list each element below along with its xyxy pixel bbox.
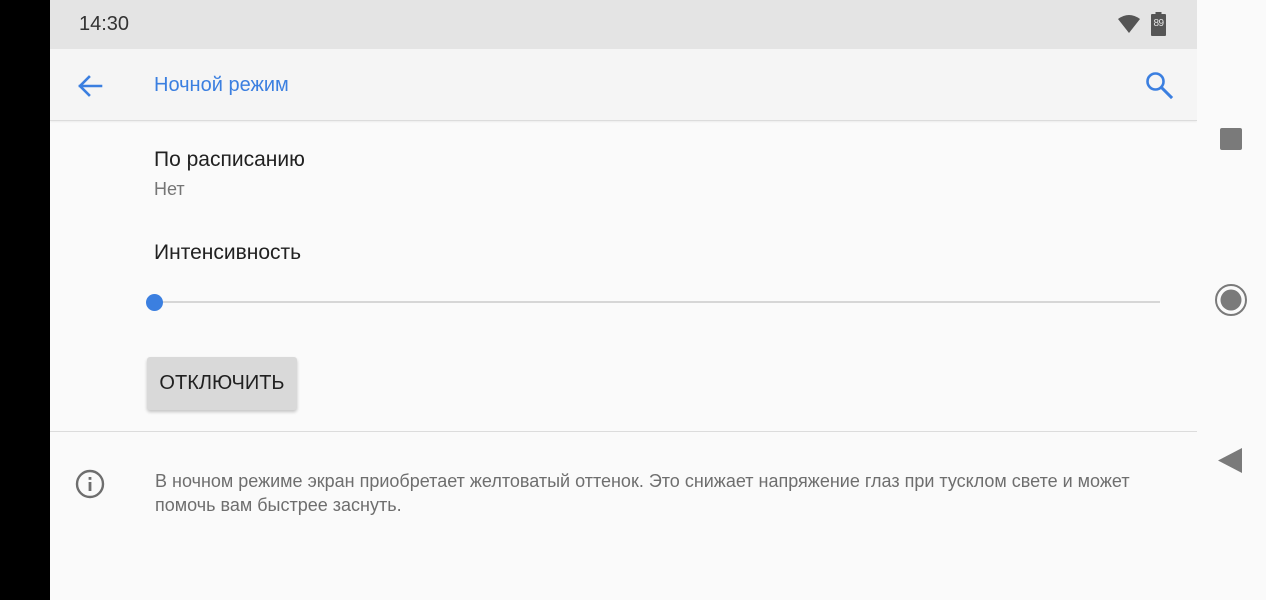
slider-track	[154, 301, 1160, 303]
intensity-slider[interactable]	[144, 288, 1160, 318]
slider-thumb[interactable]	[145, 294, 163, 311]
schedule-title: По расписанию	[154, 148, 305, 171]
home-icon[interactable]	[1214, 283, 1248, 317]
page-title: Ночной режим	[154, 74, 289, 96]
info-description: В ночном режиме экран приобретает желтов…	[155, 471, 1130, 515]
navigation-bar	[1197, 0, 1266, 600]
intensity-title: Интенсивность	[154, 241, 302, 264]
schedule-value: Нет	[154, 179, 185, 199]
app-bar: Ночной режим	[50, 49, 1197, 121]
search-icon[interactable]	[1144, 70, 1174, 100]
schedule-setting-row[interactable]: По расписанию Нет	[50, 122, 1197, 208]
section-divider	[50, 431, 1197, 432]
info-icon	[75, 469, 105, 499]
back-triangle-icon[interactable]	[1218, 448, 1242, 473]
device-screen: 14:30 89 Ночной режим По расписанию Нет …	[50, 0, 1197, 600]
recents-icon[interactable]	[1220, 128, 1242, 150]
turn-off-button[interactable]: ОТКЛЮЧИТЬ	[147, 357, 297, 410]
battery-level: 89	[1153, 18, 1164, 29]
status-bar: 14:30 89	[50, 0, 1197, 49]
status-time: 14:30	[79, 13, 130, 35]
arrow-back-icon[interactable]	[76, 72, 104, 100]
battery-icon: 89	[1151, 12, 1166, 36]
wifi-icon	[1118, 15, 1140, 33]
